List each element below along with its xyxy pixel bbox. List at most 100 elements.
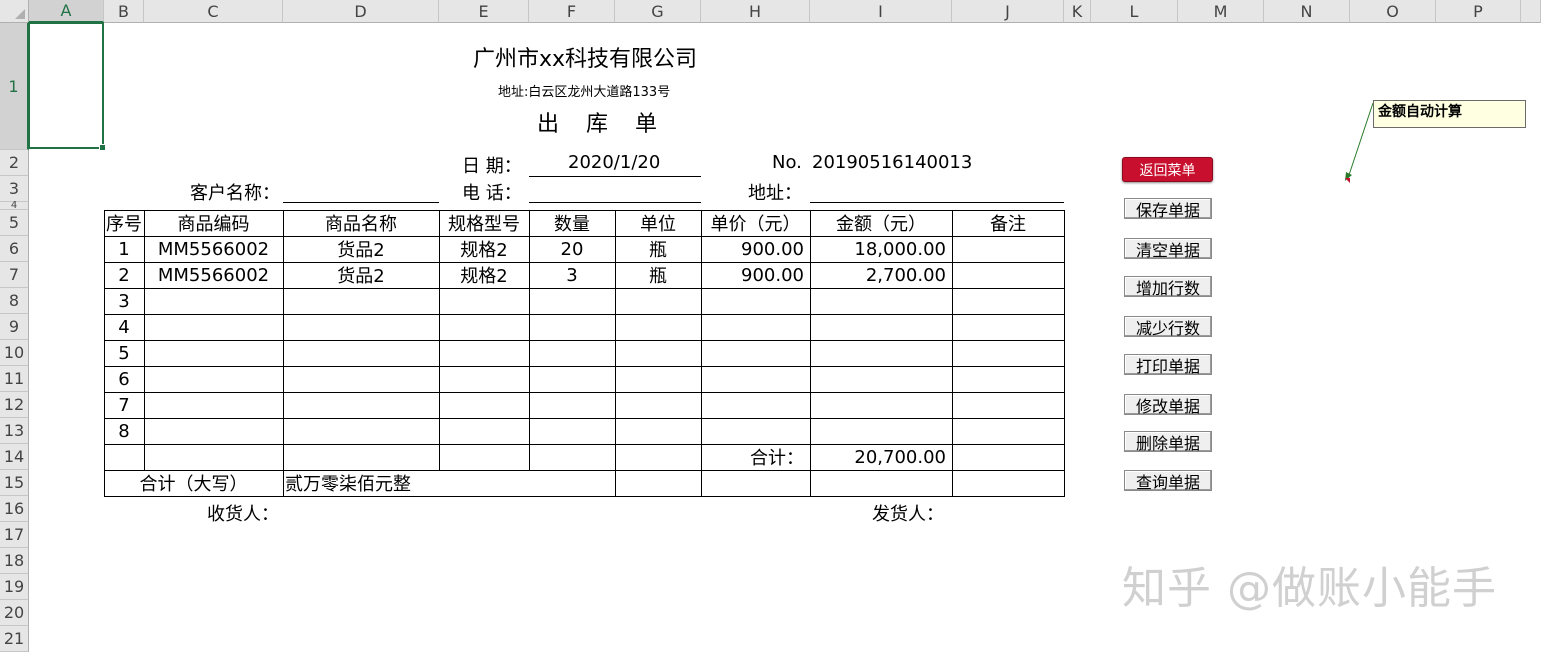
table-cell-seq[interactable]: 2	[104, 262, 144, 288]
row-header-2[interactable]: 2	[0, 150, 29, 176]
table-cell-unit[interactable]	[615, 418, 701, 444]
total-value[interactable]: 20,700.00	[810, 444, 952, 470]
table-cell-note[interactable]	[952, 314, 1064, 340]
table-cell-amount[interactable]	[810, 314, 952, 340]
table-cell-name[interactable]: 货品2	[283, 262, 439, 288]
table-cell-seq[interactable]: 7	[104, 392, 144, 418]
row-header-16[interactable]: 16	[0, 496, 29, 522]
table-cell-code[interactable]: MM5566002	[144, 262, 283, 288]
row-header-8[interactable]: 8	[0, 288, 29, 314]
table-cell-qty[interactable]	[529, 392, 615, 418]
save-bill-button[interactable]: 保存单据	[1124, 198, 1212, 220]
row-header-5[interactable]: 5	[0, 210, 29, 236]
table-cell-note[interactable]	[952, 340, 1064, 366]
table-cell-price[interactable]	[701, 340, 810, 366]
query-bill-button[interactable]: 查询单据	[1124, 470, 1212, 492]
row-header-10[interactable]: 10	[0, 340, 29, 366]
print-bill-button[interactable]: 打印单据	[1124, 354, 1212, 376]
column-header-m[interactable]: M	[1178, 0, 1264, 23]
table-cell-price[interactable]	[701, 366, 810, 392]
table-cell-note[interactable]	[952, 288, 1064, 314]
selected-cell-a1[interactable]	[28, 22, 106, 151]
column-header-g[interactable]: G	[615, 0, 701, 23]
table-cell-name[interactable]	[283, 340, 439, 366]
edit-bill-button[interactable]: 修改单据	[1124, 394, 1212, 416]
table-cell-code[interactable]	[144, 418, 283, 444]
table-cell-amount[interactable]	[810, 392, 952, 418]
table-cell-unit[interactable]: 瓶	[615, 236, 701, 262]
table-cell-qty[interactable]	[529, 340, 615, 366]
table-cell-seq[interactable]: 5	[104, 340, 144, 366]
row-header-18[interactable]: 18	[0, 548, 29, 574]
add-row-button[interactable]: 增加行数	[1124, 276, 1212, 298]
total-upper-value[interactable]: 贰万零柒佰元整	[283, 470, 529, 496]
table-cell-qty[interactable]	[529, 314, 615, 340]
table-cell-spec[interactable]	[439, 288, 529, 314]
no-value[interactable]: 20190516140013	[812, 152, 972, 173]
table-cell-unit[interactable]: 瓶	[615, 262, 701, 288]
table-cell-seq[interactable]: 8	[104, 418, 144, 444]
row-header-12[interactable]: 12	[0, 392, 29, 418]
table-cell-code[interactable]	[144, 340, 283, 366]
row-header-15[interactable]: 15	[0, 470, 29, 496]
delete-bill-button[interactable]: 删除单据	[1124, 431, 1212, 453]
table-cell-qty[interactable]: 20	[529, 236, 615, 262]
row-header-1[interactable]: 1	[0, 23, 29, 150]
table-cell-price[interactable]	[701, 288, 810, 314]
table-cell-price[interactable]	[701, 392, 810, 418]
column-header-h[interactable]: H	[701, 0, 810, 23]
table-cell-code[interactable]	[144, 314, 283, 340]
table-cell-seq[interactable]: 1	[104, 236, 144, 262]
row-header-13[interactable]: 13	[0, 418, 29, 444]
row-header-3[interactable]: 3	[0, 176, 29, 202]
table-cell-note[interactable]	[952, 366, 1064, 392]
row-header-14[interactable]: 14	[0, 444, 29, 470]
comment-box[interactable]: 金额自动计算	[1373, 100, 1526, 128]
date-value[interactable]: 2020/1/20	[568, 152, 660, 173]
table-cell-qty[interactable]	[529, 418, 615, 444]
table-cell-seq[interactable]: 6	[104, 366, 144, 392]
row-header-17[interactable]: 17	[0, 522, 29, 548]
select-all-corner[interactable]	[0, 0, 29, 23]
table-cell-amount[interactable]: 18,000.00	[810, 236, 952, 262]
column-header-p[interactable]: P	[1436, 0, 1521, 23]
remove-row-button[interactable]: 减少行数	[1124, 316, 1212, 338]
column-header-n[interactable]: N	[1264, 0, 1350, 23]
table-cell-note[interactable]	[952, 392, 1064, 418]
table-cell-price[interactable]: 900.00	[701, 262, 810, 288]
table-cell-unit[interactable]	[615, 288, 701, 314]
column-header-b[interactable]: B	[104, 0, 144, 23]
table-cell-name[interactable]	[283, 288, 439, 314]
table-cell-unit[interactable]	[615, 392, 701, 418]
table-cell-name[interactable]	[283, 418, 439, 444]
table-cell-unit[interactable]	[615, 340, 701, 366]
column-header-c[interactable]: C	[144, 0, 283, 23]
table-cell-code[interactable]: MM5566002	[144, 236, 283, 262]
table-cell-name[interactable]: 货品2	[283, 236, 439, 262]
table-cell-code[interactable]	[144, 392, 283, 418]
row-header-20[interactable]: 20	[0, 600, 29, 626]
column-header-j[interactable]: J	[952, 0, 1064, 23]
row-header-9[interactable]: 9	[0, 314, 29, 340]
table-cell-spec[interactable]	[439, 340, 529, 366]
back-to-menu-button[interactable]: 返回菜单	[1122, 157, 1213, 182]
table-cell-note[interactable]	[952, 236, 1064, 262]
table-cell-unit[interactable]	[615, 366, 701, 392]
table-cell-seq[interactable]: 3	[104, 288, 144, 314]
table-cell-spec[interactable]	[439, 392, 529, 418]
table-cell-seq[interactable]: 4	[104, 314, 144, 340]
table-cell-name[interactable]	[283, 392, 439, 418]
table-cell-note[interactable]	[952, 262, 1064, 288]
table-cell-qty[interactable]	[529, 366, 615, 392]
row-header-6[interactable]: 6	[0, 236, 29, 262]
table-cell-spec[interactable]	[439, 418, 529, 444]
column-header-k[interactable]: K	[1064, 0, 1091, 23]
row-header-21[interactable]: 21	[0, 626, 29, 652]
table-cell-code[interactable]	[144, 288, 283, 314]
table-cell-qty[interactable]	[529, 288, 615, 314]
table-cell-code[interactable]	[144, 366, 283, 392]
column-header-e[interactable]: E	[439, 0, 529, 23]
column-header-o[interactable]: O	[1350, 0, 1436, 23]
column-header-l[interactable]: L	[1091, 0, 1178, 23]
table-cell-name[interactable]	[283, 314, 439, 340]
